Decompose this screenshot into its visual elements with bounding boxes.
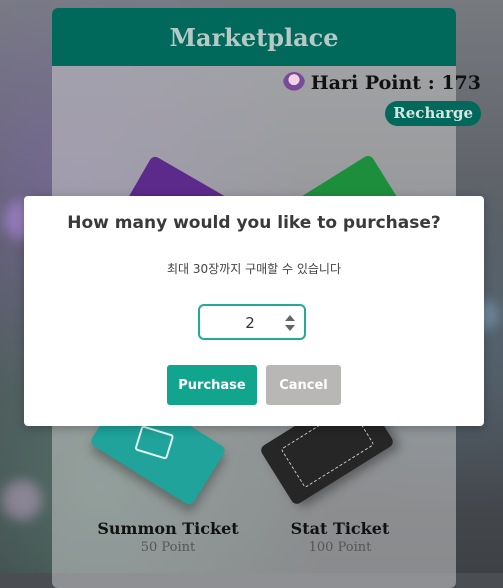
ticket-price: 100 Point [308,540,372,555]
purchase-quantity-dialog: How many would you like to purchase? 최대 … [24,196,484,426]
summon-ticket-label: Summon Ticket 50 Point [93,519,243,555]
stat-ticket-label: Stat Ticket 100 Point [265,519,415,555]
marketplace-header: Marketplace [52,8,456,66]
quantity-stepper[interactable] [198,304,306,340]
quantity-input[interactable] [200,306,300,340]
spin-up-icon[interactable] [285,315,295,321]
cancel-button[interactable]: Cancel [266,365,341,405]
marketplace-title: Marketplace [169,22,339,52]
ticket-name: Stat Ticket [290,519,390,538]
ticket-name: Summon Ticket [97,519,239,538]
background-glow [2,480,42,520]
spin-down-icon[interactable] [285,325,295,331]
dialog-subtitle: 최대 30장까지 구매할 수 있습니다 [166,262,342,276]
ticket-price: 50 Point [140,540,196,555]
avatar-icon [282,72,305,94]
purchase-button[interactable]: Purchase [167,365,257,405]
recharge-button[interactable]: Recharge [385,101,481,126]
dialog-title: How many would you like to purchase? [67,213,441,233]
points-text: Hari Point : 173 [310,72,481,94]
points-display: Hari Point : 173 [282,72,481,94]
